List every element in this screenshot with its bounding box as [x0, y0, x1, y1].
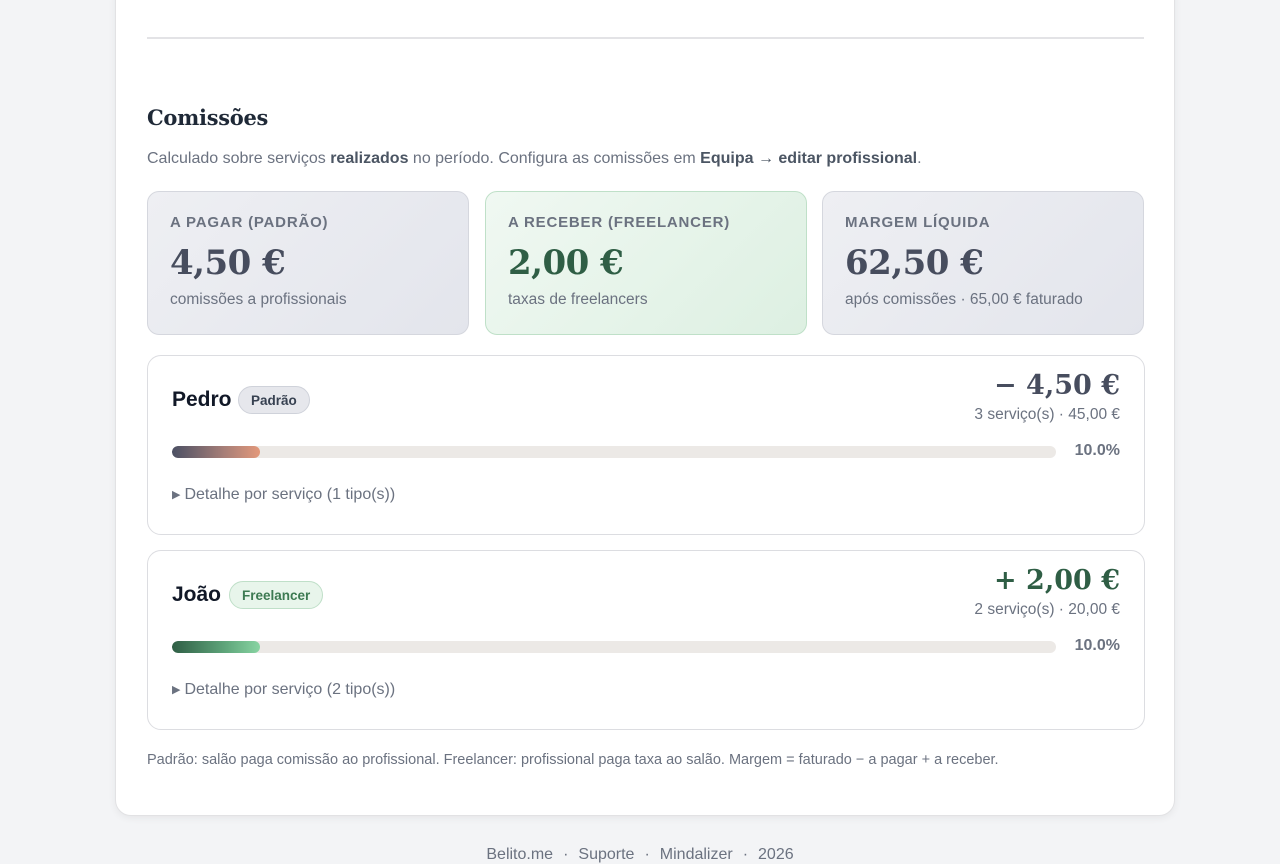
- stat-card-a-receber: A RECEBER (FREELANCER) 2,00 € taxas de f…: [485, 191, 807, 335]
- section-title: Comissões: [147, 105, 269, 130]
- footer-separator: ·: [563, 846, 569, 863]
- stat-subtitle: após comissões · 65,00 € faturado: [845, 291, 1083, 308]
- services-summary: 2 serviço(s) · 20,00 €: [974, 601, 1120, 618]
- stat-label: MARGEM LÍQUIDA: [845, 214, 991, 231]
- footnote: Padrão: salão paga comissão ao profissio…: [147, 752, 999, 768]
- footer-year: 2026: [758, 846, 794, 863]
- caret-right-icon: ▶: [172, 684, 181, 696]
- commission-progress-bar: [172, 446, 1056, 458]
- intro-text-3: .: [917, 150, 922, 167]
- footer-link-mindalizer[interactable]: Mindalizer: [660, 846, 733, 863]
- services-summary: 3 serviço(s) · 45,00 €: [974, 406, 1120, 423]
- stat-label: A RECEBER (FREELANCER): [508, 214, 731, 231]
- person-card-pedro: Pedro Padrão − 4,50 € 3 serviço(s) · 45,…: [147, 355, 1145, 535]
- badge-padrao: Padrão: [238, 386, 310, 414]
- page-footer: Belito.me · Suporte · Mindalizer · 2026: [0, 846, 1280, 864]
- commission-progress-bar: [172, 641, 1056, 653]
- details-label: Detalhe por serviço (1 tipo(s)): [184, 486, 396, 503]
- intro-text-2: no período. Configura as comissões em: [408, 150, 701, 167]
- details-label: Detalhe por serviço (2 tipo(s)): [184, 681, 396, 698]
- main-card: Comissões Calculado sobre serviços reali…: [115, 0, 1175, 816]
- commission-amount: + 2,00 €: [994, 565, 1120, 596]
- stat-subtitle: taxas de freelancers: [508, 291, 648, 308]
- intro-text-1: Calculado sobre serviços: [147, 150, 331, 167]
- commission-percent: 10.0%: [1074, 637, 1120, 654]
- person-name: João: [172, 583, 222, 606]
- section-intro: Calculado sobre serviços realizados no p…: [147, 150, 922, 168]
- details-toggle[interactable]: ▶ Detalhe por serviço (2 tipo(s)): [172, 681, 395, 699]
- person-name: Pedro: [172, 388, 232, 411]
- stat-value: 4,50 €: [170, 243, 286, 283]
- footer-link-belito[interactable]: Belito.me: [486, 846, 553, 863]
- intro-bold-settings-path: Equipa → editar profissional: [700, 150, 918, 167]
- intro-bold-realizados: realizados: [330, 150, 409, 167]
- badge-freelancer: Freelancer: [229, 581, 324, 609]
- stat-label: A PAGAR (PADRÃO): [170, 214, 329, 231]
- commission-amount: − 4,50 €: [994, 370, 1120, 401]
- divider: [147, 37, 1144, 39]
- progress-fill: [172, 446, 261, 458]
- commission-percent: 10.0%: [1074, 442, 1120, 459]
- footer-separator: ·: [742, 846, 749, 863]
- stat-card-margem: MARGEM LÍQUIDA 62,50 € após comissões · …: [822, 191, 1144, 335]
- details-toggle[interactable]: ▶ Detalhe por serviço (1 tipo(s)): [172, 486, 395, 504]
- person-card-joao: João Freelancer + 2,00 € 2 serviço(s) · …: [147, 550, 1145, 730]
- footer-link-suporte[interactable]: Suporte: [578, 846, 634, 863]
- stat-card-a-pagar: A PAGAR (PADRÃO) 4,50 € comissões a prof…: [147, 191, 469, 335]
- stat-value: 62,50 €: [845, 243, 984, 283]
- caret-right-icon: ▶: [172, 489, 181, 501]
- footer-separator: ·: [644, 846, 650, 863]
- progress-fill: [172, 641, 261, 653]
- stat-value: 2,00 €: [508, 243, 624, 283]
- stat-subtitle: comissões a profissionais: [170, 291, 347, 308]
